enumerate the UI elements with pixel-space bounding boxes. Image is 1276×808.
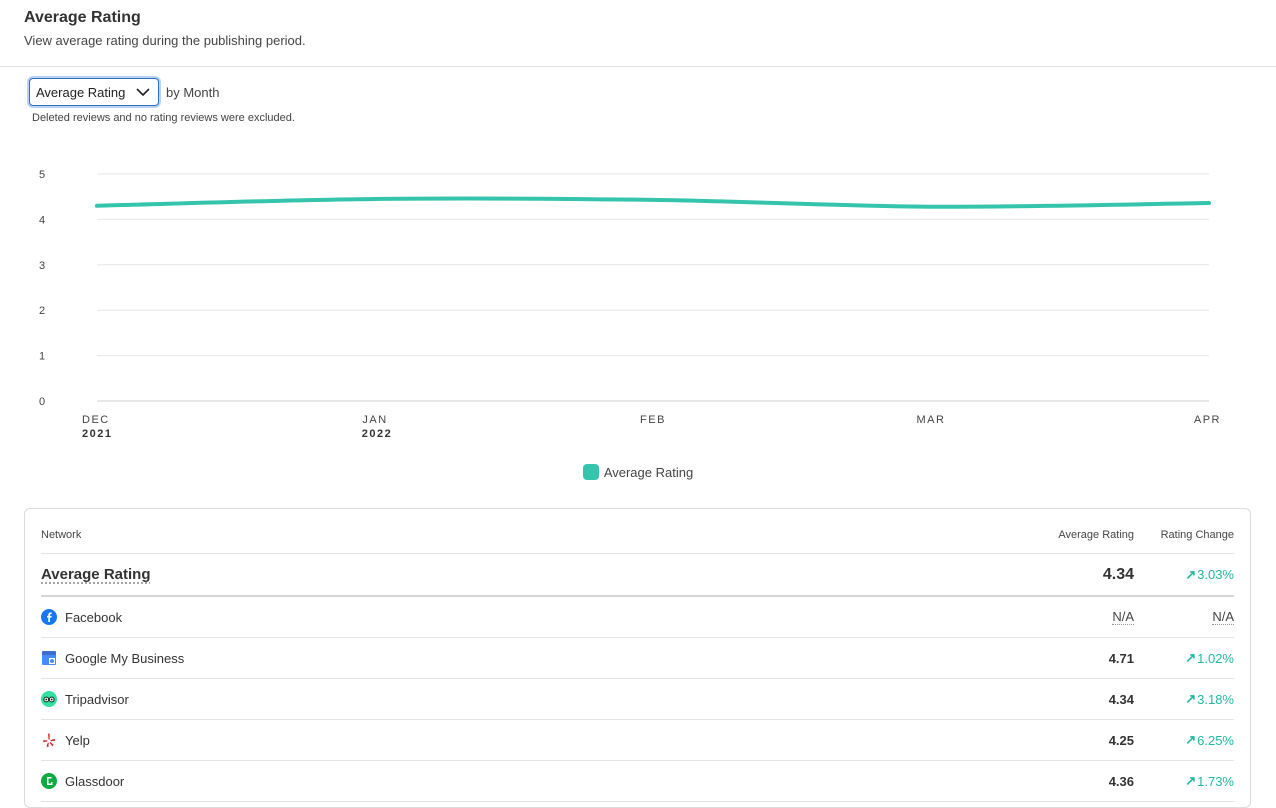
series-line-average-rating bbox=[95, 196, 1211, 209]
x-tick-month: APR bbox=[1194, 414, 1221, 426]
network-change: ↗ 6.25% bbox=[1185, 720, 1234, 760]
exclusion-note: Deleted reviews and no rating reviews we… bbox=[32, 112, 295, 124]
network-label: Yelp bbox=[65, 732, 90, 748]
network-change-value: 1.73% bbox=[1197, 773, 1234, 789]
tripadvisor-icon bbox=[41, 691, 57, 707]
period-label: by Month bbox=[166, 84, 220, 100]
y-tick-label: 2 bbox=[39, 305, 45, 317]
network-label: Facebook bbox=[65, 609, 123, 625]
table-header: Network Average Rating Rating Change bbox=[41, 509, 1234, 554]
legend-swatch bbox=[582, 464, 599, 480]
y-tick-label: 5 bbox=[39, 169, 45, 181]
x-tick-month: MAR bbox=[917, 414, 946, 426]
network-name[interactable]: Tripadvisor bbox=[41, 679, 129, 719]
page-title: Average Rating bbox=[24, 9, 141, 26]
column-header-network[interactable]: Network bbox=[41, 529, 81, 541]
network-average-value: 4.71 bbox=[1108, 650, 1134, 666]
metric-select[interactable]: Average Rating bbox=[29, 78, 159, 106]
network-name[interactable]: Google My Business bbox=[41, 638, 184, 678]
x-tick-month: FEB bbox=[640, 414, 666, 426]
chevron-down-icon bbox=[136, 87, 150, 96]
network-average: 4.71 bbox=[1109, 638, 1134, 678]
y-tick-label: 3 bbox=[39, 260, 45, 272]
table-row: Tripadvisor 4.34 ↗ 3.18% bbox=[41, 679, 1234, 720]
x-tick-month: JAN bbox=[362, 414, 387, 426]
network-change-value: N/A bbox=[1212, 608, 1234, 625]
network-average: N/A bbox=[1112, 597, 1134, 637]
arrow-up-right-icon: ↗ bbox=[1185, 732, 1197, 747]
arrow-up-right-icon: ↗ bbox=[1185, 773, 1197, 788]
google-my-business-icon bbox=[41, 650, 57, 666]
column-header-rating-change[interactable]: Rating Change bbox=[1161, 529, 1234, 541]
network-change: ↗ 3.18% bbox=[1185, 679, 1234, 719]
table-row: Google My Business 4.71 ↗ 1.02% bbox=[41, 638, 1234, 679]
network-average-value: N/A bbox=[1112, 608, 1134, 625]
x-tick-year: 2022 bbox=[362, 428, 392, 440]
network-average-value: 4.34 bbox=[1108, 691, 1134, 707]
arrow-up-right-icon: ↗ bbox=[1185, 650, 1197, 665]
network-name[interactable]: Glassdoor bbox=[41, 761, 124, 801]
network-rating-table-card: Network Average Rating Rating Change Ave… bbox=[24, 508, 1251, 808]
page-subtitle: View average rating during the publishin… bbox=[24, 33, 306, 48]
network-rating-table: Network Average Rating Rating Change Ave… bbox=[41, 509, 1234, 802]
network-average: 4.34 bbox=[1109, 679, 1134, 719]
network-change: ↗ 1.73% bbox=[1185, 761, 1234, 801]
table-row: Glassdoor 4.36 ↗ 1.73% bbox=[41, 761, 1234, 802]
summary-change: ↗ 3.03% bbox=[1185, 554, 1234, 595]
network-name[interactable]: Yelp bbox=[41, 720, 90, 760]
summary-average: 4.34 bbox=[1102, 565, 1134, 583]
y-tick-label: 4 bbox=[39, 214, 45, 226]
network-average-value: 4.36 bbox=[1108, 773, 1134, 789]
legend-label: Average Rating bbox=[603, 464, 694, 480]
divider bbox=[0, 66, 1276, 67]
table-row: Facebook N/A N/A bbox=[41, 597, 1234, 638]
yelp-icon bbox=[41, 732, 57, 748]
network-change-value: 6.25% bbox=[1197, 732, 1234, 748]
network-label: Google My Business bbox=[65, 650, 185, 666]
column-header-average-rating[interactable]: Average Rating bbox=[1058, 529, 1134, 541]
x-tick-month: DEC bbox=[82, 414, 110, 426]
network-change-value: 3.18% bbox=[1197, 691, 1234, 707]
network-change: N/A bbox=[1212, 597, 1234, 637]
legend-item[interactable]: Average Rating bbox=[582, 464, 694, 480]
network-label: Glassdoor bbox=[65, 773, 125, 789]
summary-label[interactable]: Average Rating bbox=[41, 554, 150, 595]
network-average: 4.36 bbox=[1109, 761, 1134, 801]
section-header: Average Rating View average rating durin… bbox=[24, 8, 306, 48]
arrow-up-right-icon: ↗ bbox=[1185, 691, 1197, 706]
metric-select-value: Average Rating bbox=[36, 84, 126, 100]
y-tick-label: 0 bbox=[39, 396, 45, 408]
rating-line-chart: 0 1 2 3 4 5 DEC 2021 JAN 2022 FEB MAR APR bbox=[39, 169, 1221, 440]
network-change: ↗ 1.02% bbox=[1185, 638, 1234, 678]
arrow-up-right-icon: ↗ bbox=[1185, 566, 1197, 582]
summary-row: Average Rating 4.34 ↗ 3.03% bbox=[41, 554, 1234, 597]
x-tick-year: 2021 bbox=[82, 428, 112, 440]
chart-controls: Average Rating by Month bbox=[29, 78, 219, 106]
chart-legend: Average Rating bbox=[0, 464, 1276, 480]
network-average: 4.25 bbox=[1109, 720, 1134, 760]
network-label: Tripadvisor bbox=[65, 691, 129, 707]
network-average-value: 4.25 bbox=[1108, 732, 1134, 748]
network-change-value: 1.02% bbox=[1197, 650, 1234, 666]
facebook-icon bbox=[41, 609, 57, 625]
y-tick-label: 1 bbox=[39, 351, 45, 363]
table-row: Yelp 4.25 ↗ 6.25% bbox=[41, 720, 1234, 761]
network-name[interactable]: Facebook bbox=[41, 597, 122, 637]
summary-change-value: 3.03% bbox=[1197, 567, 1234, 582]
glassdoor-icon bbox=[41, 773, 57, 789]
